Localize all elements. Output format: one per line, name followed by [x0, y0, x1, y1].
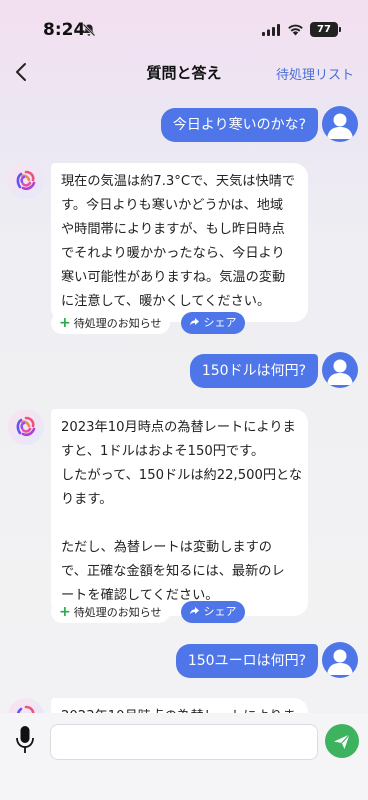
bell-off-icon: [82, 23, 96, 37]
share-button[interactable]: シェア: [181, 312, 245, 334]
user-message-bubble: 150ユーロは何円?: [175, 644, 318, 678]
status-bar: 8:24 77: [0, 0, 368, 52]
wifi-icon: [288, 24, 303, 36]
plus-icon: +: [59, 315, 71, 331]
add-pending-notice-button[interactable]: + 待処理のお知らせ: [51, 312, 170, 334]
battery-indicator: 77: [310, 22, 341, 37]
assistant-logo-icon: [8, 163, 44, 199]
user-avatar-icon: [322, 642, 358, 678]
message-input[interactable]: [50, 724, 318, 760]
message-line: すと、1ドルはおよそ150円です。: [61, 444, 265, 459]
plus-icon: +: [59, 604, 71, 620]
microphone-icon[interactable]: [13, 722, 37, 758]
send-icon: [334, 734, 350, 749]
assistant-logo-icon: [8, 409, 44, 445]
signal-icon: [262, 24, 280, 36]
message-line: ただし、為替レートは変動しますの: [61, 540, 272, 555]
message-line: でそれより暖かかったなら、今日より: [61, 246, 285, 261]
message-line: 寒い可能性がありますね。気温の変動: [61, 270, 286, 285]
user-message-bubble: 150ドルは何円?: [189, 354, 318, 388]
message-line: に注意して、暖かくしてください。: [61, 294, 271, 309]
assistant-message-bubble: 2023年10月時点の為替レートによりま すと、1ドルはおよそ150円です。 し…: [51, 409, 308, 616]
status-time: 8:24: [43, 20, 86, 40]
user-avatar-icon: [322, 352, 358, 388]
share-label: シェア: [203, 316, 237, 329]
message-line: や時間帯によりますが、もし昨日時点: [61, 222, 285, 237]
message-line: で、正確な金額を知るには、最新のレ: [61, 564, 285, 579]
share-label: シェア: [203, 605, 237, 618]
message-line: ります。: [61, 492, 113, 507]
nav-bar: 質問と答え 待処理リスト: [0, 52, 368, 92]
pending-label: 待処理のお知らせ: [73, 317, 162, 330]
message-line: 現在の気温は約7.3°Cで、天気は快晴で: [61, 174, 296, 189]
pending-label: 待処理のお知らせ: [73, 606, 162, 619]
share-arrow-icon: [190, 318, 199, 326]
message-line: す。今日よりも寒いかどうかは、地域: [61, 198, 284, 213]
message-line: したがって、150ドルは約22,500円とな: [61, 468, 303, 483]
assistant-message-bubble: 現在の気温は約7.3°Cで、天気は快晴で す。今日よりも寒いかどうかは、地域 や…: [51, 163, 308, 322]
add-pending-notice-button[interactable]: + 待処理のお知らせ: [51, 601, 170, 623]
user-message-bubble: 今日より寒いのかな?: [160, 108, 318, 142]
share-arrow-icon: [190, 607, 199, 615]
send-button[interactable]: [325, 724, 359, 758]
message-line: 2023年10月時点の為替レートによりま: [61, 420, 296, 435]
pending-list-link[interactable]: 待処理リスト: [276, 64, 354, 83]
user-avatar-icon: [322, 106, 358, 142]
share-button[interactable]: シェア: [181, 601, 245, 623]
